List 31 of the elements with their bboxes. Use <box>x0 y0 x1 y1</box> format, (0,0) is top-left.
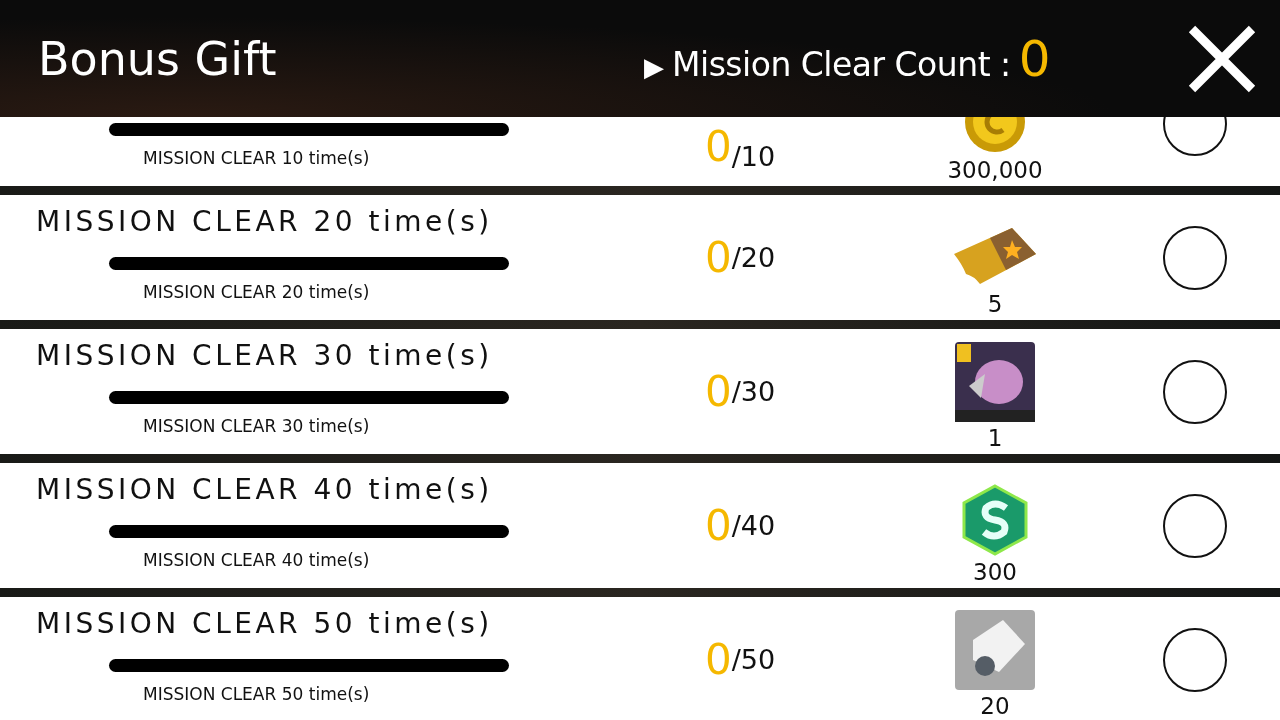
target-count: /50 <box>731 644 776 675</box>
item-card-icon <box>955 610 1035 690</box>
reward-amount: 300 <box>973 558 1017 586</box>
current-count: 0 <box>704 500 732 551</box>
mission-label: MISSION CLEAR 30 time(s) <box>143 416 370 436</box>
mission-title: MISSION CLEAR 40 time(s) <box>36 473 493 506</box>
reward-amount: 5 <box>987 290 1003 318</box>
mission-label: MISSION CLEAR 20 time(s) <box>143 282 370 302</box>
reward-amount: 20 <box>980 692 1010 720</box>
mission-title: MISSION CLEAR 50 time(s) <box>36 607 493 640</box>
hexagon-s-icon <box>962 484 1028 556</box>
current-count: 0 <box>704 122 732 172</box>
mission-title: MISSION CLEAR 20 time(s) <box>36 205 493 238</box>
count-value: 0 <box>1018 29 1051 88</box>
window-title: Bonus Gift <box>38 31 278 86</box>
target-count: /30 <box>731 376 776 407</box>
mission-label: MISSION CLEAR 40 time(s) <box>143 550 370 570</box>
count-label: Mission Clear Count : <box>672 44 1011 84</box>
current-count: 0 <box>704 366 732 417</box>
item-card-icon <box>955 342 1035 422</box>
triangle-icon: ▶ <box>644 51 664 82</box>
mission-label: MISSION CLEAR 50 time(s) <box>143 684 370 704</box>
reward-amount: 300,000 <box>947 156 1043 184</box>
mission-title: MISSION CLEAR 30 time(s) <box>36 339 493 372</box>
current-count: 0 <box>704 232 732 283</box>
current-count: 0 <box>704 634 732 685</box>
target-count: /40 <box>731 510 776 541</box>
target-count: /20 <box>731 242 776 273</box>
target-count: /10 <box>731 141 776 172</box>
reward-amount: 1 <box>987 424 1003 452</box>
mission-label: MISSION CLEAR 10 time(s) <box>143 148 370 168</box>
